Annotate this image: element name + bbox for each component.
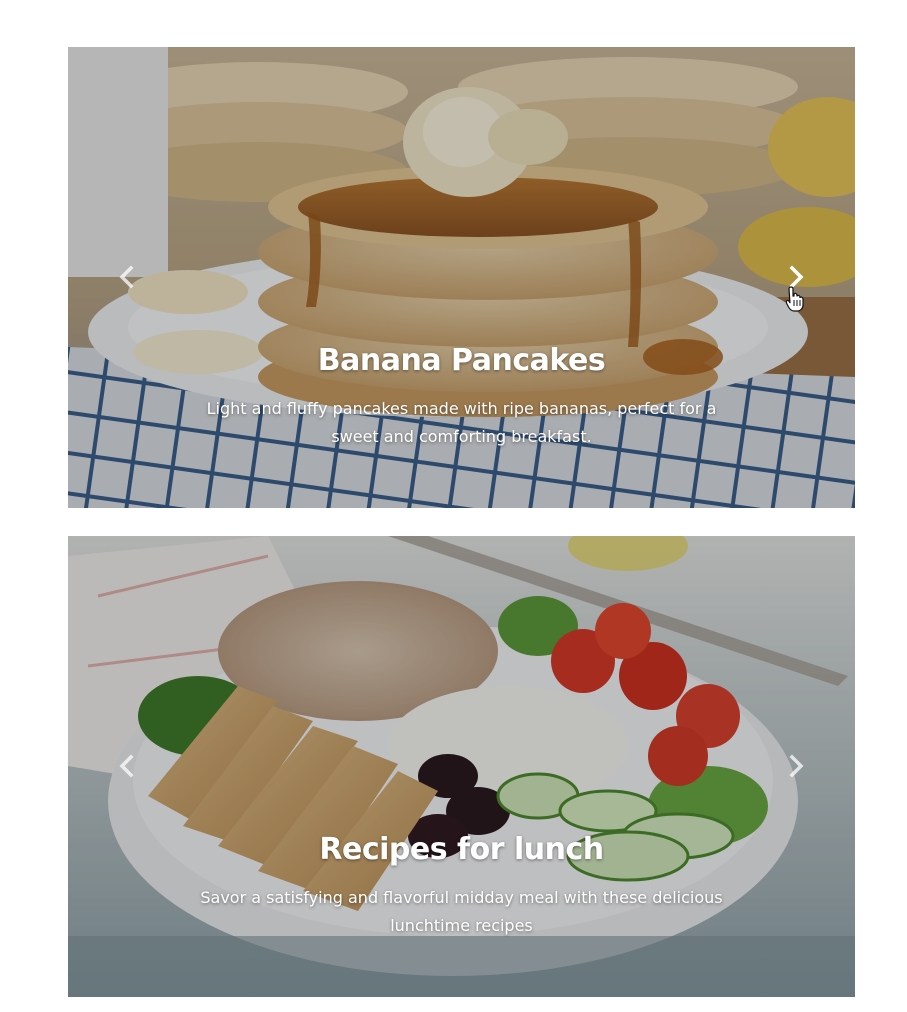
chevron-right-icon (789, 754, 804, 778)
carousel-next-button[interactable] (782, 752, 810, 780)
carousel-recipes-for-lunch[interactable]: Recipes for lunch Savor a satisfying and… (68, 536, 855, 997)
carousel-prev-button[interactable] (113, 752, 141, 780)
slide-description: Light and fluffy pancakes made with ripe… (206, 399, 717, 446)
carousel-prev-button[interactable] (113, 263, 141, 291)
page: Banana Pancakes Light and fluffy pancake… (0, 0, 907, 1012)
hand-pointer-cursor-icon (785, 286, 804, 312)
slide-description: Savor a satisfying and flavorful midday … (200, 888, 723, 935)
chevron-left-icon (119, 754, 134, 778)
slide-title: Recipes for lunch (319, 832, 604, 867)
slide-title: Banana Pancakes (317, 343, 606, 378)
carousel-caption: Recipes for lunch Savor a satisfying and… (188, 830, 735, 940)
carousel-caption: Banana Pancakes Light and fluffy pancake… (188, 341, 735, 451)
chevron-left-icon (119, 265, 134, 289)
carousel-banana-pancakes[interactable]: Banana Pancakes Light and fluffy pancake… (68, 47, 855, 508)
